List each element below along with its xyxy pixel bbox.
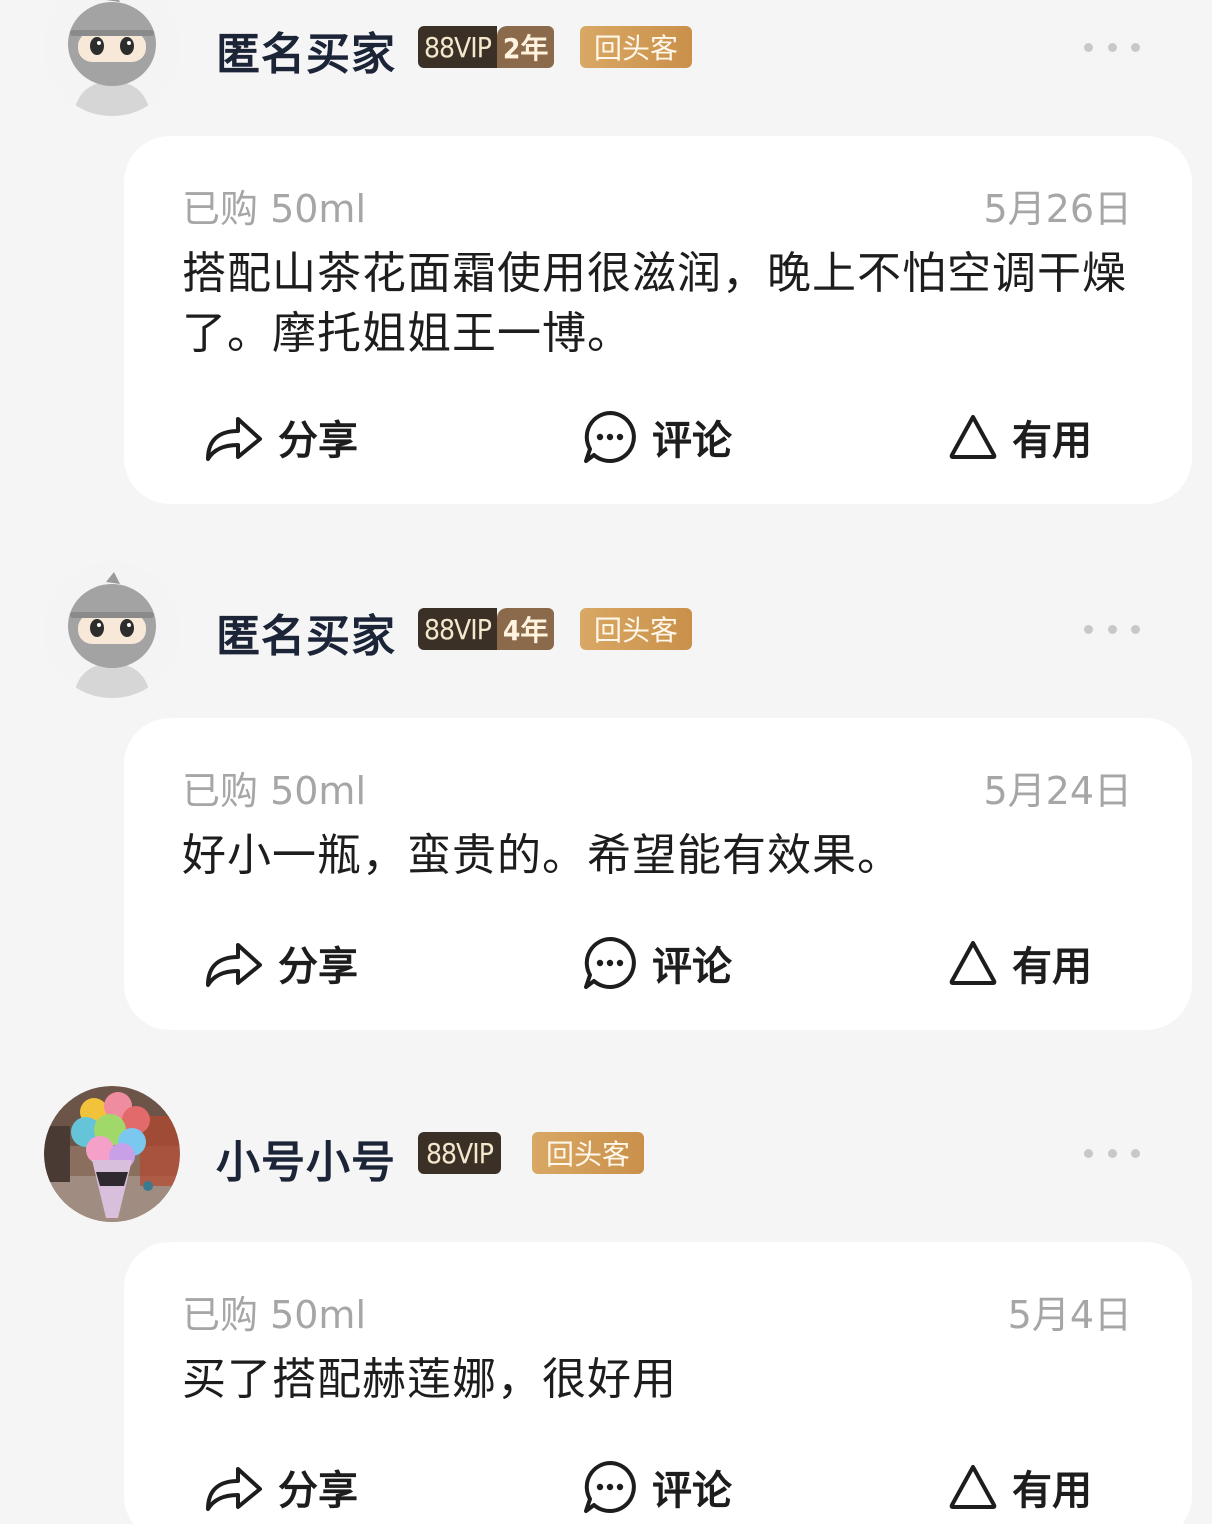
share-label: 分享	[278, 418, 358, 464]
reviewer-name[interactable]: 匿名买家	[216, 18, 396, 82]
repeat-customer-badge: 回头客	[580, 608, 692, 650]
reviewer-name[interactable]: 匿名买家	[216, 600, 396, 664]
vip-years: 2年	[496, 26, 555, 68]
action-bar: 分享 评论 有用	[124, 928, 1192, 998]
review-date: 5月4日	[1007, 1293, 1132, 1337]
comment-icon	[584, 1461, 636, 1513]
more-icon[interactable]	[1084, 40, 1140, 54]
vip-label: 88VIP	[418, 26, 497, 68]
reviewer-header: 小号小号 88VIP 回头客	[0, 1086, 1212, 1222]
review-feed: 匿名买家 88VIP 2年 回头客 已购 50ml 5月26日 搭配山茶花面霜使…	[0, 0, 1212, 1524]
useful-label: 有用	[1012, 944, 1092, 990]
purchased-spec: 已购 50ml	[182, 1293, 367, 1337]
purchased-spec: 已购 50ml	[182, 187, 367, 231]
vip-badge: 88VIP	[418, 1132, 501, 1174]
review-date: 5月24日	[983, 769, 1132, 813]
vip-badge: 88VIP 2年	[418, 26, 555, 68]
review-item: 小号小号 88VIP 回头客 已购 50ml 5月4日 买了搭配赫莲娜，很好用 …	[0, 1086, 1212, 1524]
useful-button[interactable]: 有用	[948, 402, 1092, 472]
share-icon	[206, 943, 262, 987]
more-icon[interactable]	[1084, 1146, 1140, 1160]
comment-icon	[584, 937, 636, 989]
useful-button[interactable]: 有用	[948, 1452, 1092, 1522]
comment-button[interactable]: 评论	[582, 928, 732, 998]
vip-badge: 88VIP 4年	[418, 608, 555, 650]
useful-button[interactable]: 有用	[948, 928, 1092, 998]
share-button[interactable]: 分享	[204, 402, 358, 472]
more-icon[interactable]	[1084, 622, 1140, 636]
anonymous-ninja-avatar-icon	[44, 0, 180, 116]
comment-button[interactable]: 评论	[582, 1452, 732, 1522]
share-icon	[206, 1467, 262, 1511]
review-card: 已购 50ml 5月26日 搭配山茶花面霜使用很滋润，晚上不怕空调干燥了。摩托姐…	[124, 136, 1192, 504]
comment-label: 评论	[652, 1468, 732, 1514]
vip-years: 4年	[496, 608, 555, 650]
share-button[interactable]: 分享	[204, 1452, 358, 1522]
reviewer-header: 匿名买家 88VIP 4年 回头客	[0, 562, 1212, 698]
share-button[interactable]: 分享	[204, 928, 358, 998]
comment-icon	[584, 411, 636, 463]
review-item: 匿名买家 88VIP 2年 回头客 已购 50ml 5月26日 搭配山茶花面霜使…	[0, 0, 1212, 510]
useful-icon	[949, 941, 997, 985]
reviewer-name[interactable]: 小号小号	[216, 1126, 396, 1190]
useful-icon	[949, 415, 997, 459]
review-text: 买了搭配赫莲娜，很好用	[182, 1354, 677, 1405]
share-label: 分享	[278, 944, 358, 990]
reviewer-header: 匿名买家 88VIP 2年 回头客	[0, 0, 1212, 120]
useful-icon	[949, 1465, 997, 1509]
ice-cream-photo-avatar-icon	[44, 1086, 180, 1222]
review-card: 已购 50ml 5月24日 好小一瓶，蛮贵的。希望能有效果。 分享 评论 有用	[124, 718, 1192, 1030]
comment-label: 评论	[652, 418, 732, 464]
action-bar: 分享 评论 有用	[124, 402, 1192, 472]
review-text: 好小一瓶，蛮贵的。希望能有效果。	[182, 830, 902, 881]
comment-button[interactable]: 评论	[582, 402, 732, 472]
review-card: 已购 50ml 5月4日 买了搭配赫莲娜，很好用 分享 评论 有用	[124, 1242, 1192, 1524]
avatar[interactable]	[44, 1086, 180, 1222]
review-item: 匿名买家 88VIP 4年 回头客 已购 50ml 5月24日 好小一瓶，蛮贵的…	[0, 562, 1212, 1032]
anonymous-ninja-avatar-icon	[44, 562, 180, 698]
action-bar: 分享 评论 有用	[124, 1452, 1192, 1522]
comment-label: 评论	[652, 944, 732, 990]
vip-label: 88VIP	[418, 608, 497, 650]
review-date: 5月26日	[983, 187, 1132, 231]
vip-label: 88VIP	[418, 1132, 501, 1174]
purchased-spec: 已购 50ml	[182, 769, 367, 813]
share-label: 分享	[278, 1468, 358, 1514]
repeat-customer-badge: 回头客	[580, 26, 692, 68]
useful-label: 有用	[1012, 1468, 1092, 1514]
repeat-customer-badge: 回头客	[532, 1132, 644, 1174]
share-icon	[206, 417, 262, 461]
review-text: 搭配山茶花面霜使用很滋润，晚上不怕空调干燥了。摩托姐姐王一博。	[182, 248, 1127, 359]
avatar[interactable]	[44, 562, 180, 698]
useful-label: 有用	[1012, 418, 1092, 464]
avatar[interactable]	[44, 0, 180, 116]
